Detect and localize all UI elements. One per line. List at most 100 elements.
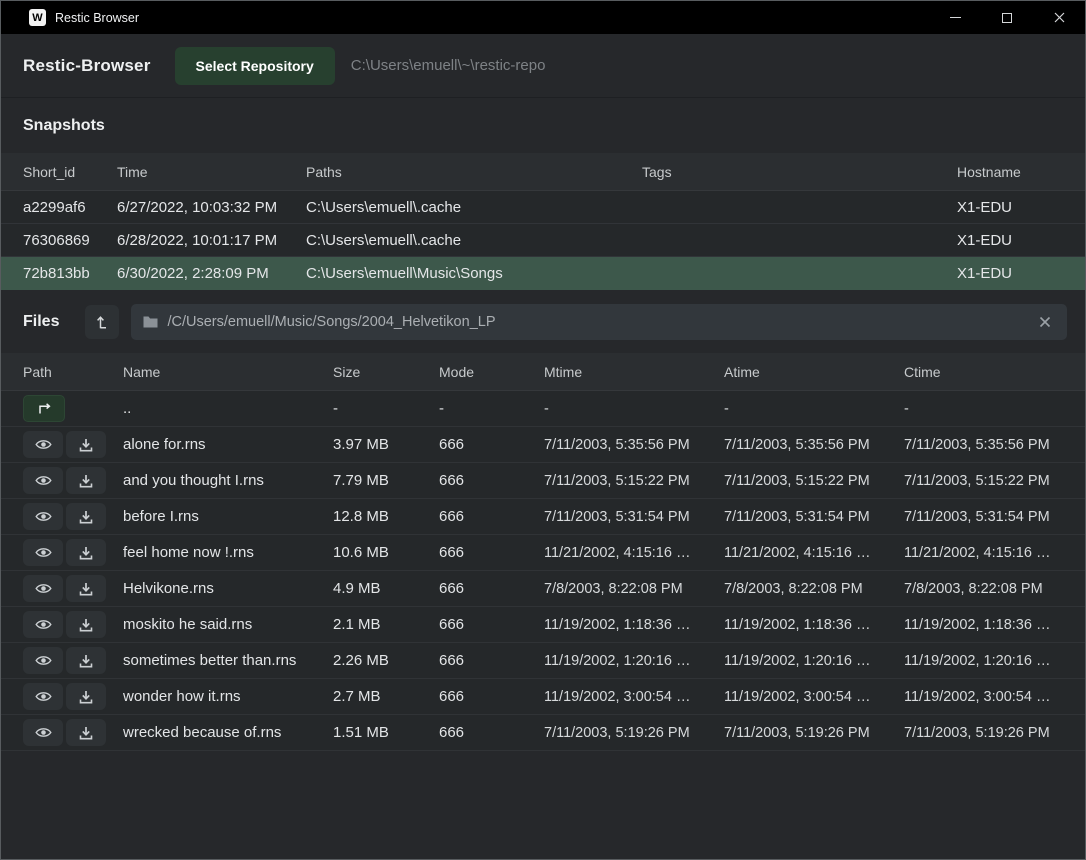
file-mode: 666: [439, 580, 544, 597]
file-mode: 666: [439, 544, 544, 561]
clear-path-button[interactable]: [1035, 314, 1055, 330]
file-mtime: 7/11/2003, 5:19:26 PM: [544, 725, 724, 741]
close-button[interactable]: [1033, 1, 1085, 34]
download-icon: [79, 618, 93, 632]
eye-icon: [35, 654, 52, 667]
download-icon: [79, 438, 93, 452]
snapshots-heading: Snapshots: [1, 98, 1085, 153]
preview-file-button[interactable]: [23, 467, 63, 494]
file-size: 12.8 MB: [333, 508, 439, 525]
col-size: Size: [333, 364, 439, 380]
col-name: Name: [123, 364, 333, 380]
snapshot-short-id: 72b813bb: [23, 265, 117, 282]
snapshot-hostname: X1-EDU: [957, 199, 1063, 216]
app-logo-icon: W: [29, 9, 46, 26]
file-row: alone for.rns 3.97 MB 666 7/11/2003, 5:3…: [1, 427, 1085, 463]
file-row: sometimes better than.rns 2.26 MB 666 11…: [1, 643, 1085, 679]
preview-file-button[interactable]: [23, 647, 63, 674]
download-file-button[interactable]: [66, 431, 106, 458]
file-row: and you thought I.rns 7.79 MB 666 7/11/2…: [1, 463, 1085, 499]
file-atime: 7/11/2003, 5:19:26 PM: [724, 725, 904, 741]
snapshot-row[interactable]: a2299af6 6/27/2022, 10:03:32 PM C:\Users…: [1, 191, 1085, 224]
download-icon: [79, 726, 93, 740]
file-atime: 11/19/2002, 3:00:54 …: [724, 689, 904, 705]
snapshot-row-selected[interactable]: 72b813bb 6/30/2022, 2:28:09 PM C:\Users\…: [1, 257, 1085, 290]
download-icon: [79, 582, 93, 596]
preview-file-button[interactable]: [23, 611, 63, 638]
app-window: W Restic Browser Restic-Browser Select R…: [0, 0, 1086, 860]
minimize-icon: [950, 17, 961, 18]
eye-icon: [35, 510, 52, 523]
file-name: wrecked because of.rns: [123, 724, 333, 741]
download-file-button[interactable]: [66, 503, 106, 530]
eye-icon: [35, 438, 52, 451]
file-mtime: 11/21/2002, 4:15:16 …: [544, 545, 724, 561]
file-ctime: 11/19/2002, 1:20:16 …: [904, 653, 1063, 669]
go-parent-dir-button[interactable]: [23, 395, 65, 422]
eye-icon: [35, 726, 52, 739]
select-repository-button[interactable]: Select Repository: [175, 47, 335, 85]
file-ctime: 7/8/2003, 8:22:08 PM: [904, 581, 1063, 597]
app-header: Restic-Browser Select Repository C:\User…: [1, 34, 1085, 98]
preview-file-button[interactable]: [23, 503, 63, 530]
maximize-button[interactable]: [981, 1, 1033, 34]
files-bar: Files: [1, 290, 1085, 353]
close-icon: [1054, 12, 1065, 23]
download-file-button[interactable]: [66, 539, 106, 566]
up-level-button[interactable]: [85, 305, 119, 339]
file-mtime: 7/11/2003, 5:15:22 PM: [544, 473, 724, 489]
col-paths: Paths: [306, 164, 642, 180]
snapshot-row[interactable]: 76306869 6/28/2022, 10:01:17 PM C:\Users…: [1, 224, 1085, 257]
download-file-button[interactable]: [66, 719, 106, 746]
file-row: moskito he said.rns 2.1 MB 666 11/19/200…: [1, 607, 1085, 643]
file-mtime: 7/11/2003, 5:31:54 PM: [544, 509, 724, 525]
preview-file-button[interactable]: [23, 431, 63, 458]
file-name: feel home now !.rns: [123, 544, 333, 561]
file-row: feel home now !.rns 10.6 MB 666 11/21/20…: [1, 535, 1085, 571]
file-mode: 666: [439, 688, 544, 705]
file-size: -: [333, 400, 439, 417]
snapshot-time: 6/30/2022, 2:28:09 PM: [117, 265, 306, 282]
preview-file-button[interactable]: [23, 575, 63, 602]
files-table-header: Path Name Size Mode Mtime Atime Ctime: [1, 353, 1085, 391]
file-size: 1.51 MB: [333, 724, 439, 741]
download-file-button[interactable]: [66, 647, 106, 674]
download-file-button[interactable]: [66, 683, 106, 710]
file-size: 4.9 MB: [333, 580, 439, 597]
file-mtime: 11/19/2002, 3:00:54 …: [544, 689, 724, 705]
app-title: Restic-Browser: [23, 56, 151, 76]
file-mode: 666: [439, 508, 544, 525]
snapshot-paths: C:\Users\emuell\.cache: [306, 199, 642, 216]
clear-path-icon: [1039, 316, 1051, 328]
file-atime: 11/21/2002, 4:15:16 …: [724, 545, 904, 561]
files-heading: Files: [23, 313, 59, 331]
download-icon: [79, 654, 93, 668]
snapshot-short-id: a2299af6: [23, 199, 117, 216]
window-title: Restic Browser: [55, 11, 139, 25]
preview-file-button[interactable]: [23, 719, 63, 746]
file-ctime: 7/11/2003, 5:15:22 PM: [904, 473, 1063, 489]
download-file-button[interactable]: [66, 575, 106, 602]
file-name: Helvikone.rns: [123, 580, 333, 597]
col-short-id: Short_id: [23, 164, 117, 180]
minimize-button[interactable]: [929, 1, 981, 34]
col-tags: Tags: [642, 164, 957, 180]
up-level-icon: [96, 315, 109, 329]
col-time: Time: [117, 164, 306, 180]
download-file-button[interactable]: [66, 467, 106, 494]
preview-file-button[interactable]: [23, 683, 63, 710]
file-atime: 11/19/2002, 1:18:36 …: [724, 617, 904, 633]
file-row: Helvikone.rns 4.9 MB 666 7/8/2003, 8:22:…: [1, 571, 1085, 607]
preview-file-button[interactable]: [23, 539, 63, 566]
file-mode: 666: [439, 472, 544, 489]
file-mode: 666: [439, 652, 544, 669]
current-path-input[interactable]: [167, 314, 1035, 330]
file-atime: 7/8/2003, 8:22:08 PM: [724, 581, 904, 597]
file-atime: 7/11/2003, 5:35:56 PM: [724, 437, 904, 453]
file-atime: 7/11/2003, 5:31:54 PM: [724, 509, 904, 525]
file-row: wonder how it.rns 2.7 MB 666 11/19/2002,…: [1, 679, 1085, 715]
file-name: moskito he said.rns: [123, 616, 333, 633]
file-size: 2.26 MB: [333, 652, 439, 669]
download-icon: [79, 510, 93, 524]
download-file-button[interactable]: [66, 611, 106, 638]
